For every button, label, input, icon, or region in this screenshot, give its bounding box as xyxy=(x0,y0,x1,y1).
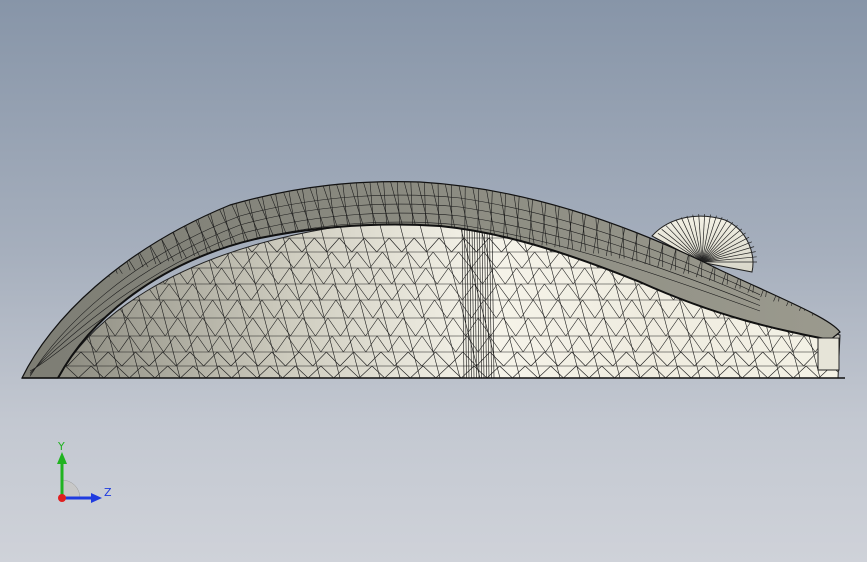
x-axis-dot xyxy=(58,494,66,502)
z-axis-label: Z xyxy=(104,486,112,499)
rear-block xyxy=(817,337,840,371)
y-axis-label: Y xyxy=(57,440,65,453)
graphics-viewport[interactable]: Y Z xyxy=(0,0,867,562)
z-arrow-icon xyxy=(91,493,102,503)
y-arrow-icon xyxy=(57,452,67,464)
orientation-triad: Y Z xyxy=(57,440,112,503)
mouse-model[interactable] xyxy=(0,0,867,562)
